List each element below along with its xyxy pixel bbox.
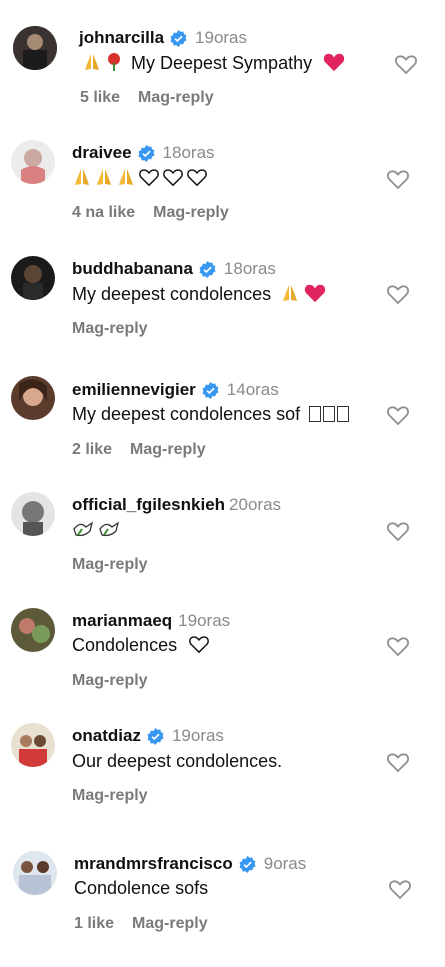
- avatar-image: [11, 256, 55, 300]
- folded-hands-emoji-icon: [116, 167, 136, 192]
- like-count[interactable]: 1 like: [74, 915, 114, 933]
- comment-text: My deepest condolences: [72, 283, 328, 308]
- avatar-image: [11, 140, 55, 184]
- rose-emoji-icon: [104, 52, 124, 77]
- avatar[interactable]: [11, 376, 55, 420]
- comment-text: [72, 519, 124, 544]
- comment-username[interactable]: buddhabanana: [72, 259, 193, 279]
- heart-icon[interactable]: [386, 520, 410, 542]
- white-heart-emoji-icon: [186, 167, 208, 192]
- comment-time: 9oras: [263, 854, 307, 873]
- comment-username[interactable]: johnarcilla: [79, 28, 164, 48]
- reply-button[interactable]: Mag-reply: [138, 89, 214, 107]
- heart-icon[interactable]: [386, 283, 410, 305]
- folded-hands-emoji-icon: [82, 52, 102, 77]
- avatar[interactable]: [11, 492, 55, 536]
- reply-button[interactable]: Mag-reply: [72, 787, 148, 805]
- comment-username[interactable]: onatdiaz: [72, 726, 141, 746]
- comment-time: 19oras: [171, 726, 224, 745]
- missing-glyph-icon: [309, 404, 351, 424]
- comment-text: Our deepest condolences.: [72, 751, 283, 771]
- heart-icon[interactable]: [394, 53, 418, 75]
- comment-time: 18oras: [223, 259, 276, 278]
- white-heart-emoji-icon: [162, 167, 184, 192]
- reply-button[interactable]: Mag-reply: [72, 556, 148, 574]
- verified-badge-icon: [202, 381, 219, 399]
- folded-hands-emoji-icon: [94, 167, 114, 192]
- comment-time: 19oras: [178, 611, 231, 630]
- comment-time: 14oras: [226, 380, 279, 399]
- heart-icon[interactable]: [386, 635, 410, 657]
- comment-username[interactable]: emiliennevigier: [72, 380, 196, 400]
- comment-text: Condolences: [72, 634, 212, 659]
- reply-button[interactable]: Mag-reply: [153, 204, 229, 222]
- avatar-image: [13, 26, 57, 70]
- like-count[interactable]: 4 na like: [72, 204, 135, 222]
- comment-username[interactable]: draivee: [72, 143, 132, 163]
- avatar-image: [11, 376, 55, 420]
- verified-badge-icon: [147, 727, 164, 745]
- avatar[interactable]: [11, 256, 55, 300]
- verified-badge-icon: [199, 260, 216, 278]
- heart-icon[interactable]: [386, 404, 410, 426]
- avatar-image: [11, 492, 55, 536]
- comment-username[interactable]: mrandmrsfrancisco: [74, 854, 233, 874]
- verified-badge-icon: [170, 29, 187, 47]
- reply-button[interactable]: Mag-reply: [130, 441, 206, 459]
- reply-button[interactable]: Mag-reply: [72, 320, 148, 338]
- like-count[interactable]: 2 like: [72, 441, 112, 459]
- avatar[interactable]: [13, 851, 57, 895]
- verified-badge-icon: [138, 144, 155, 162]
- heart-icon[interactable]: [388, 878, 412, 900]
- comment-time: 20oras: [229, 495, 282, 514]
- comment-text: [72, 167, 210, 192]
- white-heart-emoji-icon: [188, 634, 210, 659]
- avatar-image: [11, 608, 55, 652]
- comment-time: 18oras: [162, 143, 215, 162]
- red-heart-emoji-icon: [323, 52, 345, 77]
- red-heart-emoji-icon: [304, 283, 326, 308]
- reply-button[interactable]: Mag-reply: [132, 915, 208, 933]
- avatar-image: [11, 723, 55, 767]
- comment-text: My deepest condolences sof: [72, 403, 351, 425]
- like-count[interactable]: 5 like: [80, 89, 120, 107]
- avatar[interactable]: [11, 140, 55, 184]
- avatar[interactable]: [11, 608, 55, 652]
- reply-button[interactable]: Mag-reply: [72, 672, 148, 690]
- dove-emoji-icon: [72, 519, 96, 544]
- heart-icon[interactable]: [386, 168, 410, 190]
- folded-hands-emoji-icon: [72, 167, 92, 192]
- comment-username[interactable]: marianmaeq: [72, 611, 172, 631]
- comment-time: 19oras: [195, 28, 248, 47]
- comment-username[interactable]: official_fgilesnkieh: [72, 495, 225, 515]
- folded-hands-emoji-icon: [280, 283, 300, 308]
- verified-badge-icon: [239, 855, 256, 873]
- avatar-image: [13, 851, 57, 895]
- avatar[interactable]: [13, 26, 57, 70]
- avatar[interactable]: [11, 723, 55, 767]
- white-heart-emoji-icon: [138, 167, 160, 192]
- dove-emoji-icon: [98, 519, 122, 544]
- comment-text: Condolence sofs: [74, 878, 209, 898]
- heart-icon[interactable]: [386, 751, 410, 773]
- comment-text: My Deepest Sympathy: [82, 52, 347, 77]
